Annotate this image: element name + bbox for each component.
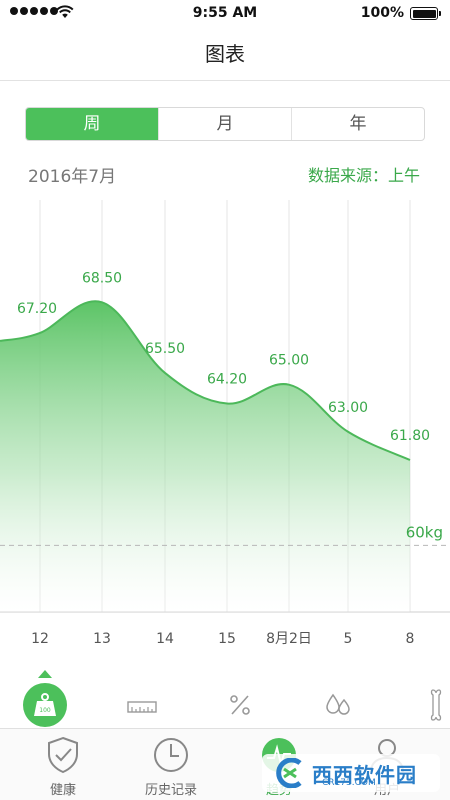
segment-week[interactable]: 周 — [26, 108, 159, 140]
x-tick-label: 13 — [93, 631, 111, 647]
percent-icon — [230, 695, 250, 715]
tab-history-label: 历史记录 — [144, 783, 197, 798]
data-label: 64.20 — [207, 372, 247, 388]
nav-divider — [0, 80, 450, 81]
data-label: 65.50 — [145, 341, 185, 357]
data-label: 63.00 — [328, 400, 368, 416]
shield-check-icon — [48, 736, 78, 774]
selected-caret-icon — [38, 670, 52, 678]
tab-history[interactable]: 历史记录 — [126, 735, 216, 798]
page-title: 图表 — [205, 42, 245, 66]
segment-year[interactable]: 年 — [292, 108, 424, 140]
weight-icon: 100 — [34, 693, 56, 716]
x-tick-label: 14 — [156, 631, 174, 647]
x-tick-label: 12 — [31, 631, 49, 647]
battery-icon — [410, 7, 441, 20]
weight-badge: 100 — [39, 707, 51, 714]
metric-tool-row: 100 — [0, 668, 450, 728]
segment-month[interactable]: 月 — [159, 108, 292, 140]
tab-health-label: 健康 — [49, 783, 76, 798]
data-source-label[interactable]: 数据来源：上午 — [308, 162, 420, 186]
target-label: 60kg — [406, 523, 443, 541]
battery-percent: 100% — [360, 5, 404, 21]
data-label: 65.00 — [269, 353, 309, 369]
x-tick-label: 5 — [344, 631, 353, 647]
tool-ruler[interactable] — [112, 668, 172, 728]
watermark-logo: 西西软件园 CR173.COM — [262, 754, 440, 792]
watermark-logo-icon — [276, 758, 302, 788]
tool-bone[interactable] — [406, 668, 450, 728]
tool-weight[interactable]: 100 — [15, 668, 75, 728]
tab-health[interactable]: 健康 — [18, 735, 108, 798]
weight-trend-chart: 60kg 67.20 68.50 65.50 64.20 65.00 63.00 61.80… — [0, 200, 450, 647]
tool-percent[interactable] — [210, 668, 270, 728]
water-drop-icon — [326, 693, 350, 715]
bone-icon — [430, 689, 442, 721]
x-tick-label: 8月2日 — [266, 631, 312, 647]
clock-icon — [154, 738, 188, 772]
x-tick-label: 15 — [218, 631, 236, 647]
data-label: 61.80 — [390, 428, 430, 444]
watermark-subtext: CR173.COM — [322, 778, 376, 788]
tool-water[interactable] — [308, 668, 368, 728]
status-bar: 9:55 AM 100% — [0, 0, 450, 28]
x-tick-label: 8 — [406, 631, 415, 647]
data-label: 67.20 — [17, 301, 57, 317]
date-label: 2016年7月 — [28, 167, 117, 187]
data-label: 68.50 — [82, 270, 122, 286]
ruler-icon — [127, 701, 157, 713]
period-segmented-control: 周 月 年 — [25, 107, 425, 141]
